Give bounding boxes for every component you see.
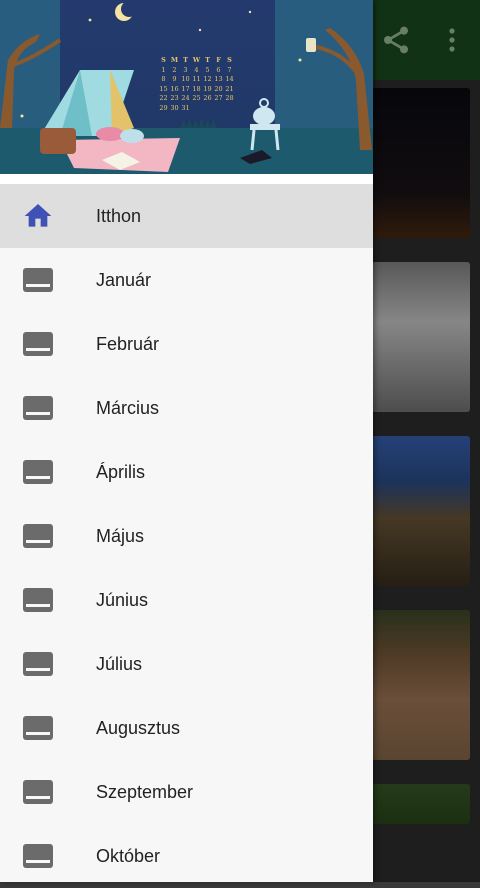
calendar-cell: 12 [203,75,212,83]
menu-item-month-5[interactable]: Május [0,504,373,568]
menu-item-label: Augusztus [96,718,181,738]
home-icon [22,200,54,232]
menu-item-label: Május [96,526,145,546]
calendar-cell: 16 [170,84,179,93]
calendar-cell: 10 [181,75,190,83]
menu-item-month-7[interactable]: Július [0,632,373,696]
drawer-menu: Itthon Január Február Március Április Május Jú… [0,184,373,888]
menu-item-label: Július [96,654,143,674]
calendar-week-row: 8 9 10 11 12 13 14 [158,75,238,85]
menu-item-month-6[interactable]: Június [0,568,373,632]
calendar-icon [22,840,54,872]
calendar-cell: 6 [216,65,221,74]
calendar-cell: 27 [214,94,223,102]
calendar-cell: 4 [194,65,199,74]
calendar-icon [22,392,54,424]
menu-item-month-2[interactable]: Február [0,312,373,376]
calendar-cell: S [161,56,166,64]
calendar-cell: 30 [170,103,179,112]
calendar-icon [22,648,54,680]
calendar-cell: 20 [214,84,223,93]
calendar-cell: 17 [181,84,190,93]
calendar-week-row: 15 16 17 18 19 20 21 [158,85,238,95]
drawer-header-illustration: S M T W T F S 1 2 3 4 5 6 7 8 9 10 11 12 13 14 15 16 17 18 19 20 21… [0,0,373,174]
calendar-cell: W [192,56,201,64]
calendar-cell: 26 [203,94,212,102]
calendar-cell: 21 [225,84,234,93]
menu-item-label: Február [96,334,160,354]
menu-item-label: Január [96,270,152,290]
menu-item-home[interactable]: Itthon [0,184,373,248]
menu-item-month-1[interactable]: Január [0,248,373,312]
menu-item-label: Itthon [96,206,142,226]
calendar-cell [202,104,213,114]
calendar-cell: F [216,56,221,64]
calendar-cell: 2 [172,65,177,74]
calendar-cell: 1 [161,65,166,74]
menu-item-month-3[interactable]: Március [0,376,373,440]
calendar-cell [224,104,235,114]
calendar-icon [22,328,54,360]
calendar-cell [213,104,224,114]
calendar-cell: 5 [205,65,210,74]
menu-item-month-8[interactable]: Augusztus [0,696,373,760]
menu-item-label: Április [96,462,146,482]
calendar-cell: 7 [227,65,232,74]
calendar-cell: T [205,56,210,64]
calendar-cell: 13 [214,75,223,83]
menu-item-label: Június [96,590,149,610]
calendar-cell [191,104,202,114]
calendar-cell: 31 [181,103,190,112]
menu-item-month-4[interactable]: Április [0,440,373,504]
calendar-cell: 22 [159,94,168,102]
calendar-week-row: 22 23 24 25 26 27 28 [158,94,238,104]
calendar-icon [22,520,54,552]
calendar-cell: 14 [225,75,234,83]
calendar-cell: M [170,56,179,64]
calendar-cell: 28 [225,94,234,102]
calendar-cell: 18 [192,84,201,93]
calendar-weekday-row: SMTWTFS [158,56,238,66]
calendar-cell: 3 [183,65,188,74]
calendar-icon [22,456,54,488]
header-calendar: S M T W T F S 1 2 3 4 5 6 7 8 9 10 11 12 13 14 15 16 17 18 19 20 21… [158,56,238,113]
menu-item-label: Október [96,846,161,866]
menu-item-month-10[interactable]: Október [0,824,373,888]
calendar-cell: 23 [170,94,179,102]
menu-item-label: Március [96,398,160,418]
calendar-cell: T [183,56,188,64]
calendar-cell: 25 [192,94,201,102]
calendar-cell: 24 [181,94,190,102]
calendar-cell: 29 [159,103,168,112]
navigation-drawer: S M T W T F S 1 2 3 4 5 6 7 8 9 10 11 12 13 14 15 16 17 18 19 20 21… [0,0,373,882]
calendar-cell: 8 [161,75,166,83]
calendar-icon [22,264,54,296]
calendar-week-row: 1234567 [158,66,238,76]
calendar-cell: 19 [203,84,212,93]
calendar-cell: 15 [159,84,168,93]
menu-item-label: Szeptember [96,782,194,802]
calendar-week-row: 29 30 31 [158,104,238,114]
calendar-icon [22,584,54,616]
calendar-cell: S [227,56,232,64]
calendar-icon [22,776,54,808]
header-divider [0,174,373,184]
calendar-cell: 9 [172,75,177,83]
calendar-icon [22,712,54,744]
calendar-cell: 11 [192,75,201,83]
menu-item-month-9[interactable]: Szeptember [0,760,373,824]
